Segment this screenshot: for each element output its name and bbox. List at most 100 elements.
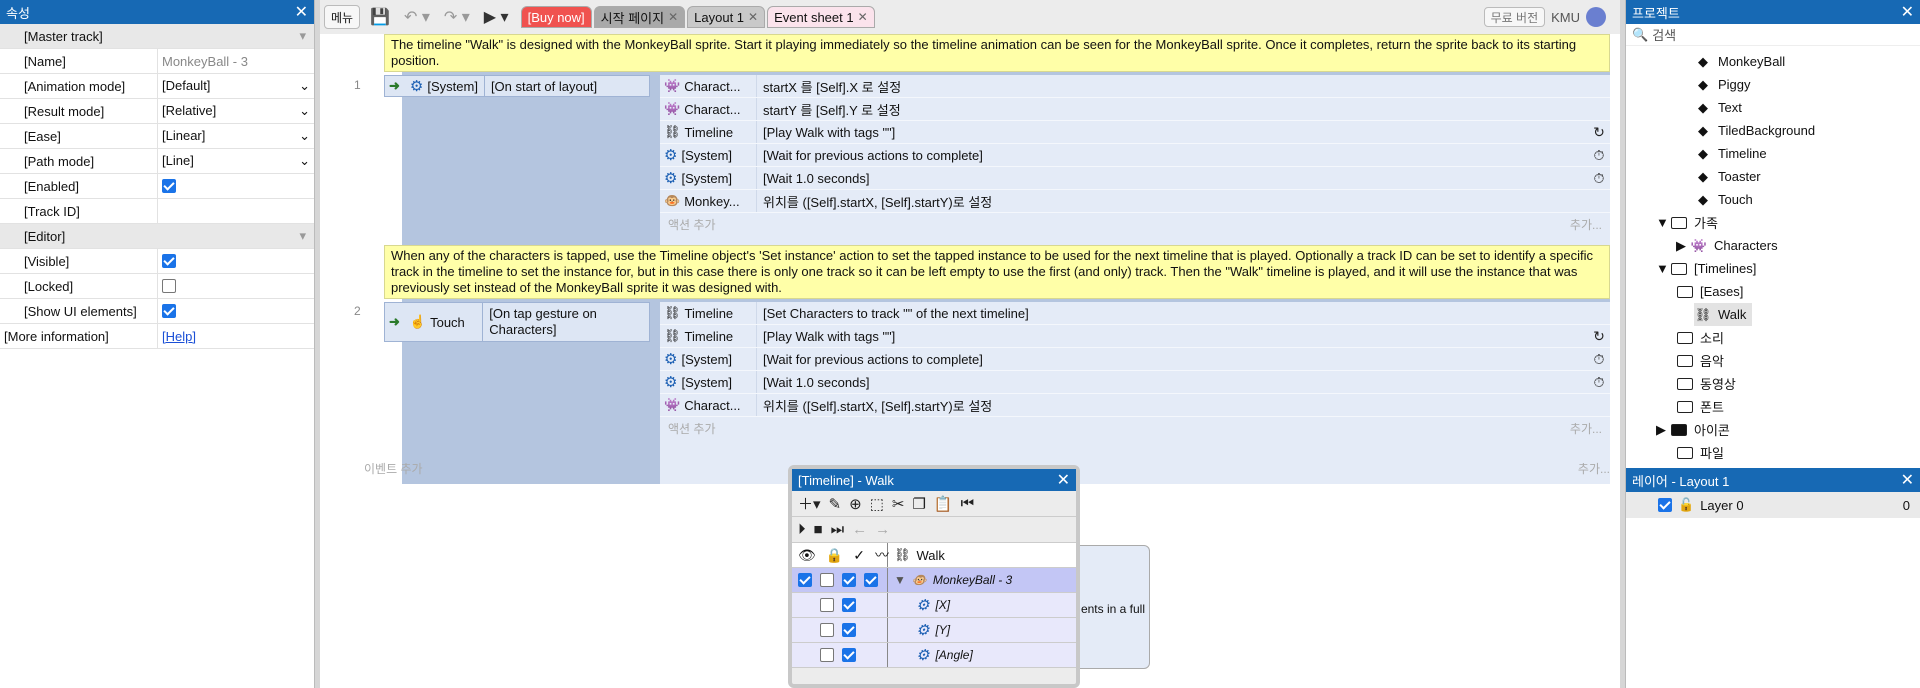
layer-visible-checkbox[interactable] [1658, 498, 1672, 512]
action-row[interactable]: 👾 Charact... startX 를 [Self].X 로 설정 [660, 75, 1610, 98]
add-event-link[interactable]: 이벤트 추가 [364, 460, 423, 477]
lock-checkbox[interactable] [820, 598, 834, 612]
condition-1[interactable]: ➜ ⚙ [System] [On start of layout] [384, 75, 650, 97]
expand-icon[interactable]: ▼ [894, 573, 906, 587]
tree-item[interactable]: ⛓ Walk [1694, 303, 1753, 326]
expand-icon[interactable]: ▼ [1656, 215, 1670, 230]
tree-item[interactable]: 파일 [1676, 441, 1724, 464]
lock-checkbox[interactable] [820, 573, 834, 587]
add-circle-icon[interactable]: ⊕ [849, 495, 862, 513]
comment-1[interactable]: The timeline "Walk" is designed with the… [384, 34, 1610, 72]
collapse-icon[interactable]: ▶ [1656, 422, 1670, 438]
collapse-icon[interactable]: ▶ [1676, 238, 1690, 254]
tree-item[interactable]: ◆ Timeline [1694, 142, 1767, 165]
action-row[interactable]: 👾 Charact... 위치를 ([Self].startX, [Self].st… [660, 394, 1610, 417]
property-checkbox[interactable] [162, 254, 176, 268]
action-row[interactable]: 🐵 Monkey... 위치를 ([Self].startX, [Self].sta… [660, 190, 1610, 213]
condition-2[interactable]: ➜ ☝ Touch [On tap gesture on Characters] [384, 302, 650, 342]
enabled-checkbox[interactable] [842, 648, 856, 662]
copy-icon[interactable]: ❐ [912, 495, 925, 513]
action-row[interactable]: ⛓ Timeline [Play Walk with tags ""] ↻ [660, 325, 1610, 348]
play-icon[interactable]: ▶ ▾ [480, 7, 513, 27]
action-row[interactable]: ⚙ [System] [Wait 1.0 seconds] ⏱ [660, 371, 1610, 394]
action-row[interactable]: 👾 Charact... startY 를 [Self].Y 로 설정 [660, 98, 1610, 121]
add-more-link[interactable]: 추가... [1570, 216, 1602, 233]
play-icon[interactable]: ⏵ [798, 521, 806, 538]
user-name[interactable]: KMU [1551, 10, 1580, 25]
timeline-track[interactable]: ▼ 🐵 MonkeyBall - 3 [792, 568, 1076, 593]
skip-end-icon[interactable]: ⏭ [831, 521, 845, 538]
close-tab-icon[interactable]: ✕ [858, 10, 868, 24]
tree-item[interactable]: ▶ 👾 Characters [1676, 234, 1778, 257]
add-action-link[interactable]: 액션 추가 [668, 420, 716, 437]
add-action-link[interactable]: 액션 추가 [668, 216, 716, 233]
close-icon[interactable]: ✕ [1901, 2, 1914, 22]
close-tab-icon[interactable]: ✕ [668, 10, 678, 24]
property-row[interactable]: [Animation mode] [Default] ⌄ [0, 74, 314, 99]
tab-1[interactable]: 시작 페이지 ✕ [593, 6, 686, 28]
cut-icon[interactable]: ✂ [892, 495, 905, 513]
add-icon[interactable]: ＋▾ [798, 493, 821, 514]
enabled-checkbox[interactable] [842, 598, 856, 612]
property-select[interactable]: [Relative] ⌄ [162, 103, 314, 119]
close-tab-icon[interactable]: ✕ [748, 10, 758, 24]
tree-item[interactable]: ◆ Text [1694, 96, 1742, 119]
property-select[interactable]: [Line] ⌄ [162, 153, 314, 169]
tree-item[interactable]: ◆ TiledBackground [1694, 119, 1815, 142]
help-link[interactable]: [Help] [162, 329, 196, 344]
tab-0[interactable]: [Buy now] [520, 6, 592, 28]
tree-item[interactable]: 소리 [1676, 326, 1724, 349]
property-row[interactable]: [Ease] [Linear] ⌄ [0, 124, 314, 149]
action-row[interactable]: ⚙ [System] [Wait 1.0 seconds] ⏱ [660, 167, 1610, 190]
close-icon[interactable]: ✕ [1057, 470, 1070, 490]
collapse-icon[interactable]: ▾ [299, 228, 314, 244]
curve-icon[interactable]: 〰 [875, 545, 889, 565]
enabled-checkbox[interactable] [842, 623, 856, 637]
paste-icon[interactable]: 📋 [934, 495, 953, 513]
property-row[interactable]: [Enabled] [0, 174, 314, 199]
stop-icon[interactable]: ■ [814, 521, 823, 538]
tree-item[interactable]: 동영상 [1676, 372, 1736, 395]
search-input[interactable]: 검색 [1652, 25, 1676, 44]
timeline-title-bar[interactable]: [Timeline] - Walk ✕ [792, 469, 1076, 491]
layer-row[interactable]: 🔓 Layer 0 0 [1626, 492, 1920, 518]
property-row[interactable]: [Track ID] [0, 199, 314, 224]
tree-item[interactable]: ◆ Piggy [1694, 73, 1751, 96]
tree-item[interactable]: ▼ 가족 [1656, 211, 1718, 234]
property-value[interactable]: MonkeyBall - 3 [162, 54, 248, 69]
skip-start-icon[interactable]: ⏮ [961, 495, 975, 512]
tree-item[interactable]: ▶ 아이콘 [1656, 418, 1730, 441]
property-row[interactable]: [Visible] [0, 249, 314, 274]
expand-icon[interactable]: ▼ [1656, 261, 1670, 276]
back-arrow-icon[interactable]: ← [852, 521, 867, 538]
property-row[interactable]: [Result mode] [Relative] ⌄ [0, 99, 314, 124]
undo-icon[interactable]: ↶ ▾ [400, 7, 434, 27]
property-checkbox[interactable] [162, 279, 176, 293]
tree-item[interactable]: 폰트 [1676, 395, 1724, 418]
tab-3[interactable]: Event sheet 1 ✕ [767, 6, 875, 28]
property-row[interactable]: [Name] MonkeyBall - 3 [0, 49, 314, 74]
project-search[interactable]: 🔍 검색 [1626, 24, 1920, 46]
enabled-checkbox[interactable] [842, 573, 856, 587]
eye-icon[interactable]: 👁 [798, 547, 816, 564]
lock-icon[interactable]: 🔒 [826, 547, 843, 564]
timeline-track[interactable]: ⚙ [X] [792, 593, 1076, 618]
redo-icon[interactable]: ↷ ▾ [440, 7, 474, 27]
tree-item[interactable]: ◆ MonkeyBall [1694, 50, 1785, 73]
tree-item[interactable]: [Eases] [1676, 280, 1743, 303]
property-row[interactable]: [Editor] ▾ [0, 224, 314, 249]
close-icon[interactable]: ✕ [1901, 470, 1914, 490]
tree-item[interactable]: ▼ [Timelines] [1656, 257, 1756, 280]
action-row[interactable]: ⚙ [System] [Wait for previous actions to c… [660, 348, 1610, 371]
lock-checkbox[interactable] [820, 648, 834, 662]
action-row[interactable]: ⛓ Timeline [Set Characters to track "" of … [660, 302, 1610, 325]
select-icon[interactable]: ⬚ [870, 495, 884, 513]
action-row[interactable]: ⛓ Timeline [Play Walk with tags ""] ↻ [660, 121, 1610, 144]
close-icon[interactable]: ✕ [295, 2, 308, 22]
action-row[interactable]: ⚙ [System] [Wait for previous actions to c… [660, 144, 1610, 167]
visible-checkbox[interactable] [798, 573, 812, 587]
free-version-badge[interactable]: 무료 버전 [1483, 7, 1546, 27]
property-row[interactable]: [Locked] [0, 274, 314, 299]
property-row[interactable]: [Show UI elements] [0, 299, 314, 324]
tree-item[interactable]: ◆ Touch [1694, 188, 1753, 211]
